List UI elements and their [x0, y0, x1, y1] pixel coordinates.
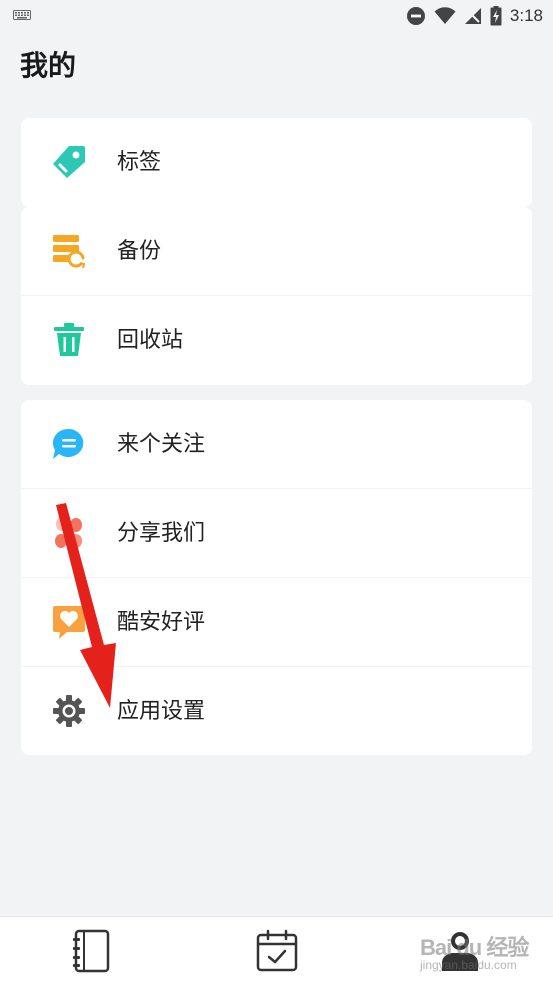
status-icons: 3:18 [406, 4, 543, 28]
do-not-disturb-icon [406, 7, 425, 25]
menu-item-app-settings[interactable]: 应用设置 [21, 667, 532, 756]
battery-charging-icon [490, 6, 502, 26]
keyboard-icon [13, 10, 31, 20]
trash-icon [51, 322, 87, 358]
card-tags: 标签 [21, 118, 532, 207]
status-bar: 3:18 [0, 0, 553, 32]
menu-item-label: 酷安好评 [117, 610, 206, 635]
backup-icon [51, 233, 87, 269]
wifi-icon [434, 7, 456, 24]
card-more: 来个关注 分享我们 酷安好评 应用设置 [21, 400, 532, 755]
menu-item-coolapk-review[interactable]: 酷安好评 [21, 578, 532, 667]
menu-item-share[interactable]: 分享我们 [21, 489, 532, 578]
menu-item-backup[interactable]: 备份 [21, 207, 532, 296]
watermark: Bai du 经验 jingyan.baidu.com [420, 935, 529, 972]
calendar-check-icon [256, 929, 298, 971]
nav-notes[interactable] [32, 917, 152, 984]
share-petals-icon [51, 515, 87, 551]
nav-calendar[interactable] [217, 917, 337, 984]
notebook-icon [73, 929, 110, 972]
menu-item-label: 来个关注 [117, 432, 206, 457]
menu-item-label: 应用设置 [117, 699, 206, 724]
no-signal-icon [464, 8, 481, 24]
chat-bubble-icon [51, 426, 87, 462]
menu-item-label: 备份 [117, 239, 162, 264]
menu-item-tags[interactable]: 标签 [21, 118, 532, 207]
card-data: 备份 回收站 [21, 207, 532, 385]
menu-item-follow[interactable]: 来个关注 [21, 400, 532, 489]
menu-item-label: 回收站 [117, 328, 184, 353]
clock: 3:18 [509, 6, 543, 25]
menu-item-trash[interactable]: 回收站 [21, 296, 532, 385]
heart-message-icon [51, 604, 87, 640]
page-title: 我的 [20, 49, 77, 82]
gear-icon [51, 693, 87, 729]
menu-item-label: 标签 [117, 150, 162, 175]
tag-icon [51, 144, 87, 180]
menu-item-label: 分享我们 [117, 521, 206, 546]
